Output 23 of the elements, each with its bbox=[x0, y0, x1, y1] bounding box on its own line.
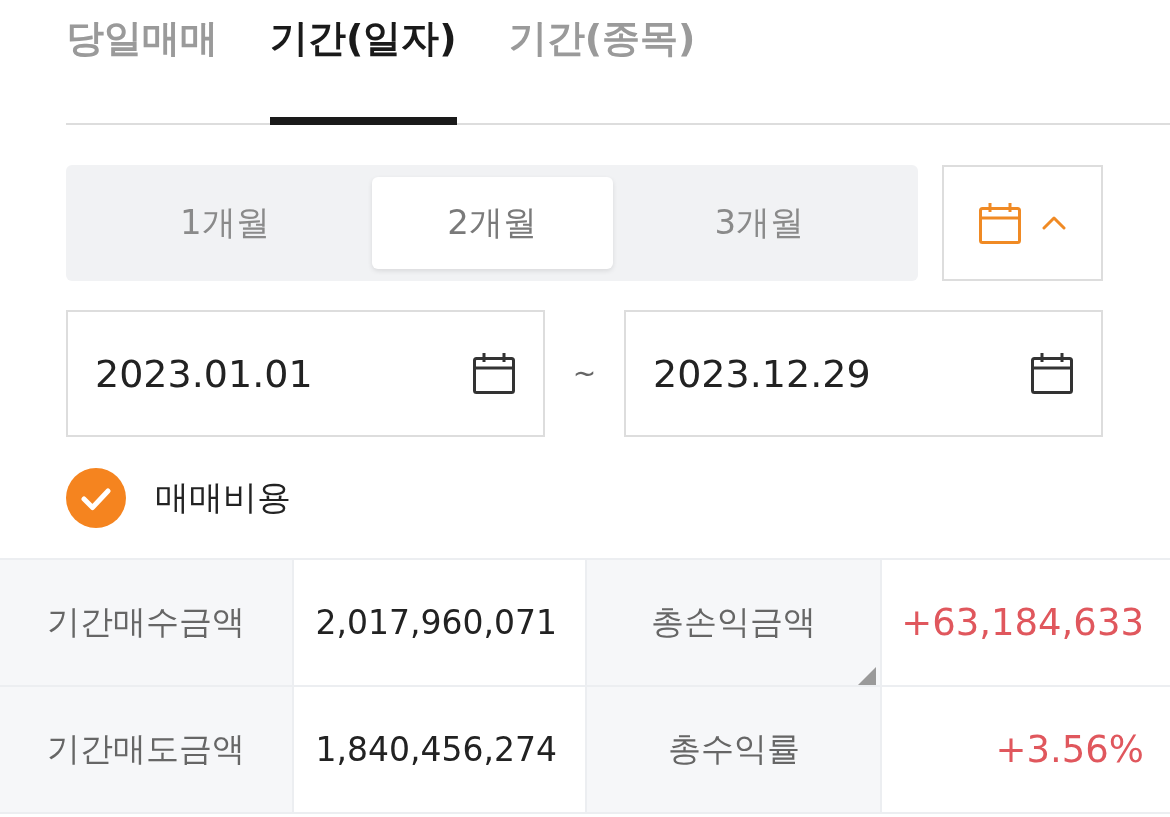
tab[interactable]: 기간(종목) bbox=[508, 0, 696, 125]
calendar-icon bbox=[1031, 353, 1073, 394]
summary-gain: +3.56% bbox=[882, 687, 1170, 812]
calendar-toggle-button[interactable] bbox=[942, 165, 1103, 281]
tab[interactable]: 기간(일자) bbox=[270, 0, 457, 125]
summary-amount: 1,840,456,274 bbox=[294, 687, 585, 812]
period-option[interactable]: 3개월 bbox=[612, 177, 906, 269]
summary-label: 총손익금액 bbox=[587, 560, 880, 685]
summary-amount: 2,017,960,071 bbox=[294, 560, 585, 685]
period-option[interactable]: 1개월 bbox=[78, 177, 372, 269]
checkbox[interactable] bbox=[66, 468, 126, 528]
end-date-field[interactable]: 2023.12.29 bbox=[624, 310, 1103, 437]
summary-label: 기간매수금액 bbox=[0, 560, 292, 685]
calendar-icon bbox=[473, 353, 515, 394]
calendar-icon bbox=[979, 202, 1021, 244]
tab[interactable]: 당일매매 bbox=[66, 0, 218, 125]
range-separator: ~ bbox=[571, 357, 598, 390]
start-date-field[interactable]: 2023.01.01 bbox=[66, 310, 545, 437]
summary-label: 총수익률 bbox=[587, 687, 880, 812]
summary-gain: +63,184,633 bbox=[882, 560, 1170, 685]
checkbox-label: 매매비용 bbox=[155, 476, 291, 519]
summary-label: 기간매도금액 bbox=[0, 687, 292, 812]
period-option[interactable]: 2개월 bbox=[371, 177, 613, 269]
